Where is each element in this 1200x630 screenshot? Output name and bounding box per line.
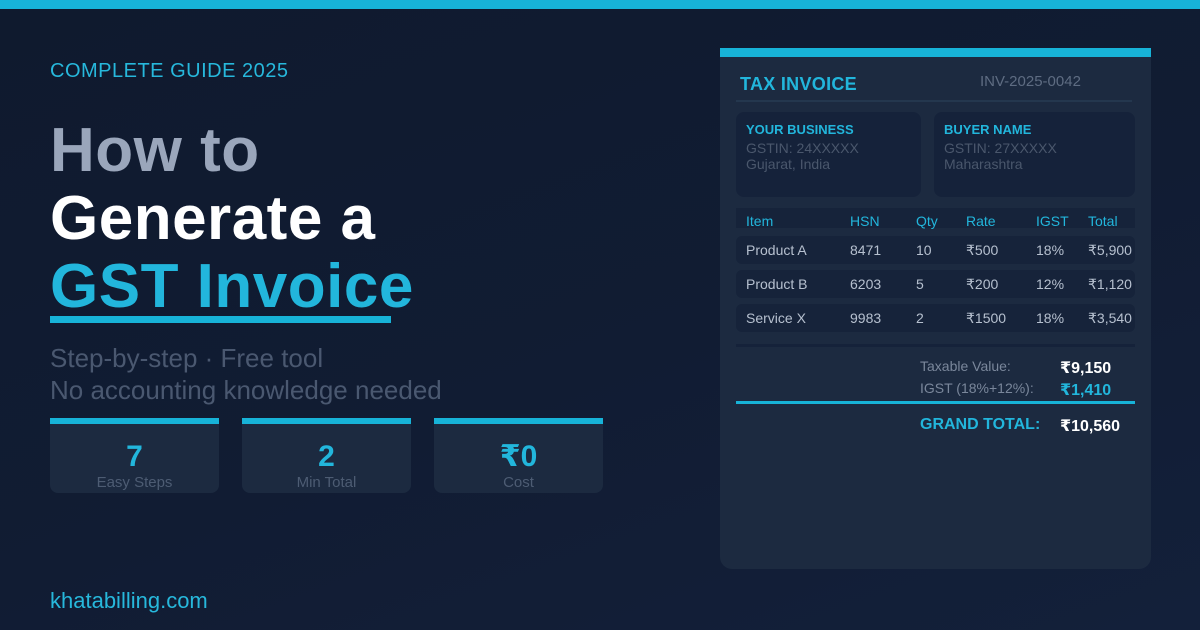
eyebrow-label: COMPLETE GUIDE 2025 bbox=[50, 60, 289, 82]
buyer-title: BUYER NAME bbox=[944, 122, 1032, 137]
subtitle-line-1: Step-by-step · Free tool bbox=[50, 343, 324, 373]
stat-label: Min Total bbox=[296, 474, 357, 491]
invoice-title: TAX INVOICE bbox=[740, 74, 857, 94]
column-header: Item bbox=[746, 213, 774, 229]
table-cell: 18% bbox=[1036, 310, 1065, 326]
headline-line-1: How to bbox=[50, 116, 260, 185]
table-header: Item HSN Qty Rate IGST Total bbox=[736, 208, 1135, 229]
buyer-location: Maharashtra bbox=[944, 156, 1023, 172]
seller-gstin: GSTIN: 24XXXXX bbox=[746, 140, 859, 156]
buyer-box: BUYER NAME GSTIN: 27XXXXX Maharashtra bbox=[934, 112, 1135, 197]
stat-card-minutes: 2 Min Total bbox=[242, 418, 411, 493]
seller-title: YOUR BUSINESS bbox=[746, 122, 854, 137]
column-header: Total bbox=[1088, 213, 1118, 229]
stat-card-cost: ₹0 Cost bbox=[434, 418, 603, 493]
table-cell: Product B bbox=[746, 276, 808, 292]
table-cell: ₹1500 bbox=[966, 310, 1007, 326]
invoice-number: INV-2025-0042 bbox=[980, 73, 1081, 90]
table-cell: Product A bbox=[746, 242, 807, 258]
headline-line-2: Generate a bbox=[50, 184, 376, 253]
table-cell: ₹3,540 bbox=[1088, 310, 1132, 326]
table-cell: Service X bbox=[746, 310, 806, 326]
headline-line-3: GST Invoice bbox=[50, 252, 414, 321]
summary-divider bbox=[736, 344, 1135, 347]
table-cell: 10 bbox=[916, 242, 932, 258]
stat-card-accent bbox=[242, 418, 411, 424]
column-header: HSN bbox=[850, 213, 880, 229]
stat-value: 7 bbox=[126, 440, 143, 473]
seller-location: Gujarat, India bbox=[746, 156, 831, 172]
stat-value: 2 bbox=[318, 440, 335, 473]
stat-card-steps: 7 Easy Steps bbox=[50, 418, 219, 493]
taxable-value-label: Taxable Value: bbox=[920, 358, 1011, 374]
headline-underline bbox=[50, 316, 391, 323]
grand-total-label: GRAND TOTAL: bbox=[920, 416, 1041, 433]
table-cell: ₹5,900 bbox=[1088, 242, 1132, 258]
igst-value: ₹1,410 bbox=[1060, 382, 1112, 399]
invoice-header-divider bbox=[736, 100, 1132, 102]
table-cell: ₹1,120 bbox=[1088, 276, 1132, 292]
table-cell: ₹500 bbox=[966, 242, 999, 258]
grand-total-value: ₹10,560 bbox=[1060, 418, 1121, 435]
igst-label: IGST (18%+12%): bbox=[920, 380, 1034, 396]
stat-card-accent bbox=[434, 418, 603, 424]
table-cell: 12% bbox=[1036, 276, 1065, 292]
table-cell: 9983 bbox=[850, 310, 882, 326]
seller-box: YOUR BUSINESS GSTIN: 24XXXXX Gujarat, In… bbox=[736, 112, 921, 197]
buyer-gstin: GSTIN: 27XXXXX bbox=[944, 140, 1057, 156]
stat-label: Easy Steps bbox=[96, 474, 173, 491]
stat-card-accent bbox=[50, 418, 219, 424]
table-cell: 2 bbox=[916, 310, 924, 326]
top-accent-bar bbox=[0, 0, 1200, 9]
table-cell: 6203 bbox=[850, 276, 882, 292]
column-header: Rate bbox=[966, 213, 996, 229]
table-cell: ₹200 bbox=[966, 276, 999, 292]
table-cell: 18% bbox=[1036, 242, 1065, 258]
taxable-value: ₹9,150 bbox=[1060, 360, 1112, 377]
website-link[interactable]: khatabilling.com bbox=[50, 588, 208, 614]
stat-label: Cost bbox=[503, 474, 534, 491]
grand-total-divider bbox=[736, 401, 1135, 404]
column-header: IGST bbox=[1036, 213, 1069, 229]
invoice-card-accent bbox=[720, 48, 1151, 57]
table-cell: 5 bbox=[916, 276, 924, 292]
stat-value: ₹0 bbox=[499, 440, 538, 473]
column-header: Qty bbox=[916, 213, 938, 229]
table-row: Service X 9983 2 ₹1500 18% ₹3,540 bbox=[736, 304, 1135, 332]
table-row: Product A 8471 10 ₹500 18% ₹5,900 bbox=[736, 236, 1135, 264]
table-row: Product B 6203 5 ₹200 12% ₹1,120 bbox=[736, 270, 1135, 298]
table-cell: 8471 bbox=[850, 242, 882, 258]
invoice-card: TAX INVOICE INV-2025-0042 YOUR BUSINESS … bbox=[720, 48, 1151, 569]
subtitle-line-2: No accounting knowledge needed bbox=[50, 375, 442, 405]
